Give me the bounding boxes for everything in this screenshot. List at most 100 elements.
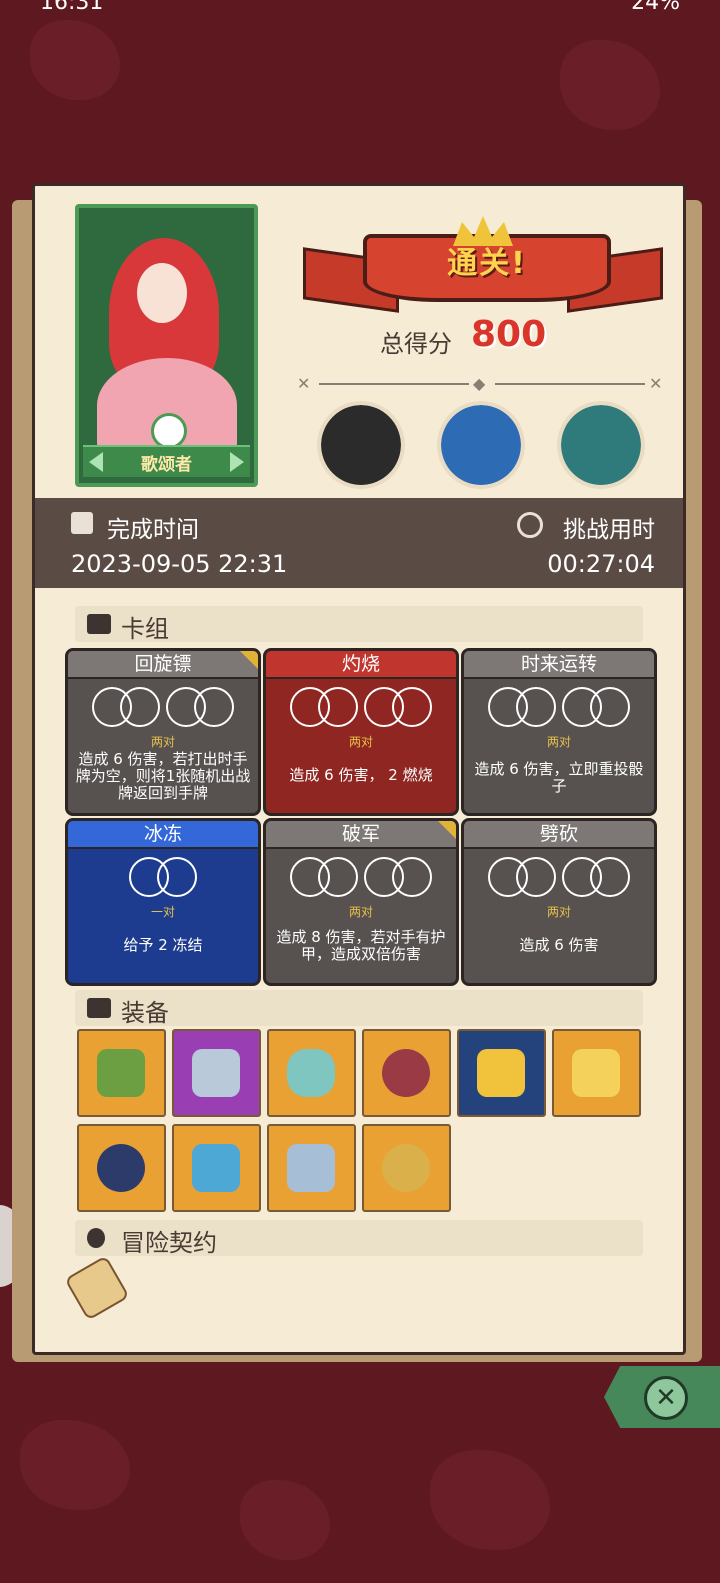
status-battery: 24% <box>631 0 680 15</box>
background-shape <box>30 20 120 100</box>
card-item[interactable]: 时来运转 两对 造成 6 伤害，立即重投骰子 <box>461 648 657 816</box>
equipment-slot[interactable] <box>362 1124 451 1212</box>
stopwatch-icon <box>517 512 543 538</box>
cards-icon <box>87 614 111 634</box>
ornament-divider: ✕ ◆ ✕ <box>297 374 667 394</box>
card-name: 灼烧 <box>266 651 456 679</box>
lion-ring-icon <box>382 1144 430 1192</box>
contract-title: 冒险契约 <box>121 1229 217 1257</box>
card-name: 时来运转 <box>464 651 654 679</box>
card-description: 造成 6 伤害，立即重投骰子 <box>474 760 644 795</box>
deck-section-header: 卡组 <box>75 606 643 643</box>
equipment-slot[interactable] <box>172 1029 261 1117</box>
spellbook-icon <box>97 1049 145 1097</box>
dice-slots <box>68 857 258 901</box>
finish-time-value: 2023-09-05 22:31 <box>71 550 288 578</box>
witch-boss-icon <box>321 405 401 485</box>
card-description: 造成 8 伤害，若对手有护甲，造成双倍伤害 <box>276 928 446 963</box>
banner-title: 通关! <box>447 246 527 281</box>
contract-section-header: 冒险契约 <box>75 1220 643 1257</box>
crown-icon <box>572 1049 620 1097</box>
status-time: 16:31 <box>40 0 104 15</box>
challenge-time-value: 00:27:04 <box>547 550 655 578</box>
arrow-left-icon[interactable] <box>89 452 103 472</box>
card-item[interactable]: 破军 两对 造成 8 伤害，若对手有护甲，造成双倍伤害 <box>263 818 459 986</box>
dice-requirement: 两对 <box>150 735 175 749</box>
character-name: 歌颂者 <box>141 455 192 475</box>
status-bar: 16:31 24% <box>0 0 720 15</box>
equipment-slot[interactable] <box>267 1124 356 1212</box>
dice-box-icon <box>477 1049 525 1097</box>
plague-mask-icon <box>97 1144 145 1192</box>
close-icon: ✕ <box>644 1376 688 1420</box>
ornament-icon: ✕ <box>297 374 311 393</box>
dice-slots <box>68 687 258 731</box>
card-description: 造成 6 伤害 <box>519 936 599 954</box>
dice-requirement: 两对 <box>546 735 571 749</box>
deck-title: 卡组 <box>121 615 169 643</box>
card-description: 造成 6 伤害， 2 燃烧 <box>289 766 433 784</box>
time-info-bar: 完成时间 2023-09-05 22:31 挑战用时 00:27:04 <box>35 498 683 588</box>
ornament-icon: ✕ <box>649 374 663 393</box>
card-name: 破军 <box>266 821 456 849</box>
score-label: 总得分 <box>380 330 452 358</box>
dice-slots <box>266 857 456 901</box>
divider-line <box>319 383 469 385</box>
background-shape <box>560 40 660 130</box>
equipment-slot[interactable] <box>362 1029 451 1117</box>
equipment-title: 装备 <box>121 999 169 1027</box>
spider-king-boss-icon <box>441 405 521 485</box>
dice-requirement: 一对 <box>150 905 175 919</box>
dagger-icon <box>192 1049 240 1097</box>
cube-icon <box>87 998 111 1018</box>
victory-banner: 通关! <box>303 216 663 326</box>
calendar-icon <box>71 512 93 534</box>
dice-slots <box>266 687 456 731</box>
boss-portrait[interactable] <box>437 401 525 489</box>
card-name: 劈砍 <box>464 821 654 849</box>
vase-icon <box>287 1049 335 1097</box>
result-panel: 歌颂者 通关! 总得分 800 ✕ ◆ ✕ 完成时间 2023-09-05 22… <box>32 183 686 1355</box>
card-item[interactable]: 冰冻 一对 给予 2 冻结 <box>65 818 261 986</box>
equipment-section-header: 装备 <box>75 990 643 1027</box>
score-value: 800 <box>471 314 547 355</box>
character-name-bar: 歌颂者 <box>83 445 250 477</box>
equipment-slot[interactable] <box>552 1029 641 1117</box>
dice-slots <box>464 857 654 901</box>
character-badge-icon <box>151 413 187 449</box>
challenge-time-label: 挑战用时 <box>563 517 655 543</box>
divider-line <box>495 383 645 385</box>
character-portrait[interactable]: 歌颂者 <box>75 204 258 487</box>
close-button[interactable]: ✕ <box>604 1366 720 1428</box>
saw-blade-icon <box>287 1144 335 1192</box>
equipment-slot[interactable] <box>77 1124 166 1212</box>
shield-icon <box>192 1144 240 1192</box>
card-name: 冰冻 <box>68 821 258 849</box>
boss-portrait[interactable] <box>557 401 645 489</box>
equipment-slot[interactable] <box>457 1029 546 1117</box>
dice-slots <box>464 687 654 731</box>
scroll-icon[interactable] <box>64 1255 130 1321</box>
boss-portrait[interactable] <box>317 401 405 489</box>
equipment-slot[interactable] <box>172 1124 261 1212</box>
dice-requirement: 两对 <box>348 735 373 749</box>
card-item[interactable]: 灼烧 两对 造成 6 伤害， 2 燃烧 <box>263 648 459 816</box>
background-shape <box>240 1480 330 1560</box>
equipment-slot[interactable] <box>267 1029 356 1117</box>
card-item[interactable]: 劈砍 两对 造成 6 伤害 <box>461 818 657 986</box>
card-description: 造成 6 伤害，若打出时手牌为空，则将1张随机出战牌返回到手牌 <box>75 750 251 802</box>
background-shape <box>430 1450 550 1550</box>
background-shape <box>20 1420 130 1510</box>
card-item[interactable]: 回旋镖 两对 造成 6 伤害，若打出时手牌为空，则将1张随机出战牌返回到手牌 <box>65 648 261 816</box>
finish-time-label: 完成时间 <box>107 517 199 543</box>
dice-requirement: 两对 <box>348 905 373 919</box>
bird-boss-icon <box>561 405 641 485</box>
card-description: 给予 2 冻结 <box>123 936 203 954</box>
card-name: 回旋镖 <box>68 651 258 679</box>
arrow-right-icon[interactable] <box>230 452 244 472</box>
equipment-slot[interactable] <box>77 1029 166 1117</box>
heart-icon <box>382 1049 430 1097</box>
dice-requirement: 两对 <box>546 905 571 919</box>
horned-skull-icon: ◆ <box>473 374 486 393</box>
character-face <box>137 263 187 323</box>
